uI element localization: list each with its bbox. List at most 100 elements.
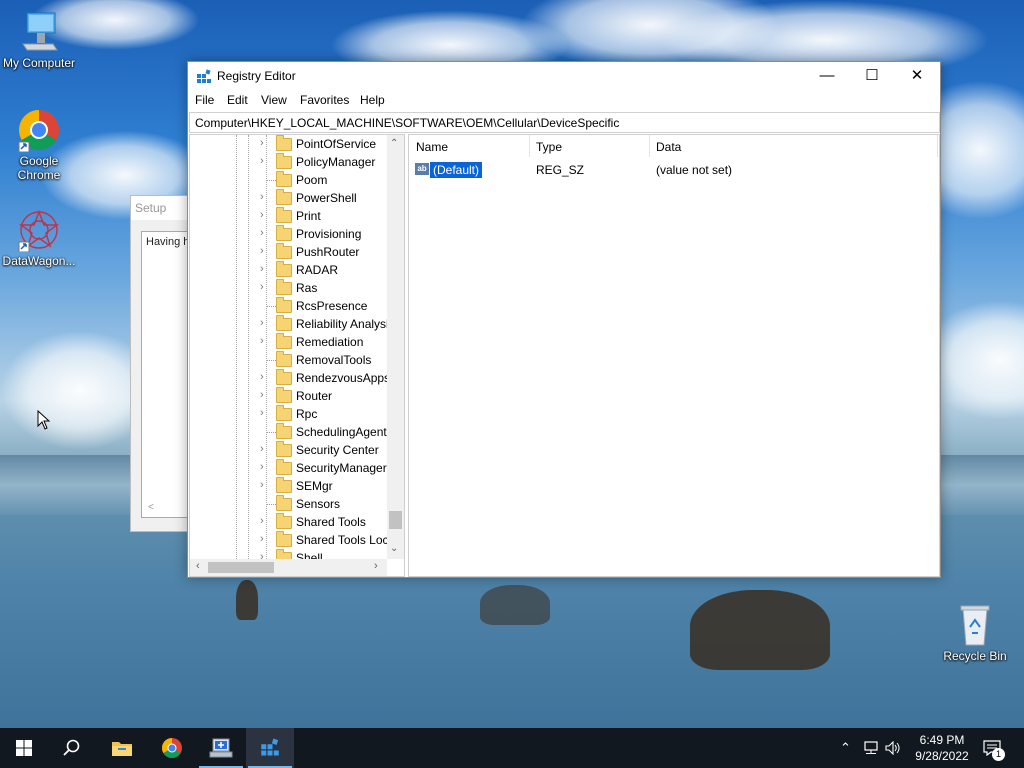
registry-value-row[interactable]: ab (Default) REG_SZ (value not set)	[409, 161, 929, 179]
tree-item[interactable]: › Rpc	[190, 405, 390, 423]
desktop-icon-datawagon[interactable]: DataWagon...	[1, 208, 77, 268]
menu-view[interactable]: View	[261, 93, 287, 107]
chevron-right-icon[interactable]: ›	[260, 245, 270, 257]
menu-help[interactable]: Help	[360, 93, 385, 107]
desktop-icon-my-computer[interactable]: My Computer	[1, 10, 77, 70]
network-icon[interactable]	[862, 741, 880, 755]
chevron-right-icon[interactable]: ›	[260, 191, 270, 203]
scroll-right-icon[interactable]: ›	[374, 560, 378, 572]
chevron-right-icon[interactable]: ›	[260, 155, 270, 167]
minimize-button[interactable]: —	[804, 62, 850, 90]
chevron-right-icon[interactable]: ›	[260, 479, 270, 491]
mouse-cursor-icon	[37, 410, 51, 430]
chevron-right-icon[interactable]: ›	[260, 515, 270, 527]
tree-connector	[267, 432, 276, 433]
datawagon-icon	[18, 210, 60, 252]
start-button[interactable]	[0, 728, 48, 768]
tree-item[interactable]: › PushRouter	[190, 243, 390, 261]
taskbar-registry-editor[interactable]	[246, 728, 294, 768]
taskbar-setup-app[interactable]	[197, 728, 245, 768]
chevron-right-icon[interactable]: ›	[260, 461, 270, 473]
tree-horizontal-scrollbar[interactable]: ‹ ›	[190, 559, 387, 576]
chevron-right-icon[interactable]: ›	[260, 209, 270, 221]
tree-item[interactable]: › SecurityManager	[190, 459, 390, 477]
chevron-right-icon[interactable]: ›	[260, 443, 270, 455]
value-name[interactable]: (Default)	[428, 161, 484, 179]
column-divider[interactable]	[529, 135, 530, 157]
tree-item[interactable]: › Reliability Analysi	[190, 315, 390, 333]
taskbar: ⌃ 6:49 PM 9/28/2022 1	[0, 728, 1024, 768]
tree-item[interactable]: › Provisioning	[190, 225, 390, 243]
tree-item[interactable]: SchedulingAgent	[190, 423, 390, 441]
folder-icon	[276, 513, 292, 529]
tree-item[interactable]: › Shared Tools	[190, 513, 390, 531]
folder-icon	[276, 405, 292, 421]
notification-center-button[interactable]: 1	[978, 736, 1008, 762]
close-button[interactable]: ✕	[894, 62, 940, 90]
taskbar-chrome[interactable]	[148, 728, 196, 768]
chevron-right-icon[interactable]: ›	[260, 371, 270, 383]
tree-item[interactable]: › RADAR	[190, 261, 390, 279]
scroll-left-icon[interactable]: ‹	[196, 560, 200, 572]
registry-tree[interactable]: › PointOfService › PolicyManager Poom › Pow…	[189, 134, 405, 577]
search-button[interactable]	[48, 728, 96, 768]
system-clock[interactable]: 6:49 PM 9/28/2022	[907, 732, 977, 764]
column-header-data[interactable]: Data	[656, 140, 681, 154]
tree-item[interactable]: › Shared Tools Loca	[190, 531, 395, 549]
folder-icon	[276, 189, 292, 205]
tree-item[interactable]: › Security Center	[190, 441, 390, 459]
tree-item[interactable]: › SEMgr	[190, 477, 390, 495]
desktop-icon-recycle-bin[interactable]: Recycle Bin	[937, 603, 1013, 663]
menu-favorites[interactable]: Favorites	[300, 93, 349, 107]
windows-logo-icon	[16, 740, 32, 756]
setup-window[interactable]: Setup Having h <	[130, 195, 195, 532]
tree-item[interactable]: Sensors	[190, 495, 390, 513]
tree-item[interactable]: › PolicyManager	[190, 153, 390, 171]
tree-vertical-scrollbar[interactable]: ⌃ ⌄	[387, 135, 404, 559]
column-divider[interactable]	[649, 135, 650, 157]
tree-item[interactable]: › Ras	[190, 279, 390, 297]
tree-connector	[267, 180, 276, 181]
menu-file[interactable]: File	[195, 93, 214, 107]
tree-item[interactable]: › Print	[190, 207, 390, 225]
column-header-name[interactable]: Name	[416, 140, 448, 154]
chevron-right-icon[interactable]: ›	[260, 263, 270, 275]
desktop-icon-google-chrome[interactable]: Google Chrome	[1, 108, 77, 182]
registry-values-list[interactable]: Name Type Data ab (Default) REG_SZ (valu…	[408, 134, 940, 577]
tree-item[interactable]: Poom	[190, 171, 390, 189]
scrollbar-thumb[interactable]	[208, 562, 274, 573]
scroll-down-icon[interactable]: ⌄	[390, 543, 398, 554]
scroll-left-icon[interactable]: <	[148, 502, 154, 513]
scrollbar-thumb[interactable]	[389, 511, 402, 529]
value-type: REG_SZ	[536, 163, 585, 177]
address-bar[interactable]: Computer\HKEY_LOCAL_MACHINE\SOFTWARE\OEM…	[189, 112, 940, 133]
chevron-right-icon[interactable]: ›	[260, 227, 270, 239]
chevron-right-icon[interactable]: ›	[260, 317, 270, 329]
maximize-button[interactable]: ☐	[849, 62, 895, 90]
setup-app-icon	[209, 738, 233, 758]
chevron-right-icon[interactable]: ›	[260, 407, 270, 419]
volume-icon[interactable]	[885, 741, 901, 755]
chevron-right-icon[interactable]: ›	[260, 533, 270, 545]
tree-item[interactable]: › PointOfService	[190, 135, 390, 153]
chevron-right-icon[interactable]: ›	[260, 389, 270, 401]
menu-edit[interactable]: Edit	[227, 93, 248, 107]
chevron-up-icon[interactable]: ⌃	[840, 740, 851, 756]
registry-editor-window[interactable]: Registry Editor — ☐ ✕ File Edit View Fav…	[187, 61, 941, 578]
tree-connector	[267, 360, 276, 361]
rock-reflection	[690, 590, 830, 670]
column-divider[interactable]	[937, 135, 938, 157]
title-bar[interactable]: Registry Editor — ☐ ✕	[188, 62, 940, 90]
chevron-right-icon[interactable]: ›	[260, 335, 270, 347]
scroll-up-icon[interactable]: ⌃	[390, 138, 398, 149]
tree-item[interactable]: › PowerShell	[190, 189, 390, 207]
chevron-right-icon[interactable]: ›	[260, 281, 270, 293]
taskbar-file-explorer[interactable]	[98, 728, 146, 768]
tree-item[interactable]: › Remediation	[190, 333, 390, 351]
tree-item[interactable]: › RendezvousApps	[190, 369, 390, 387]
column-header-type[interactable]: Type	[536, 140, 562, 154]
tree-item[interactable]: RcsPresence	[190, 297, 390, 315]
tree-item[interactable]: › Router	[190, 387, 390, 405]
tree-item[interactable]: RemovalTools	[190, 351, 390, 369]
chevron-right-icon[interactable]: ›	[260, 137, 270, 149]
